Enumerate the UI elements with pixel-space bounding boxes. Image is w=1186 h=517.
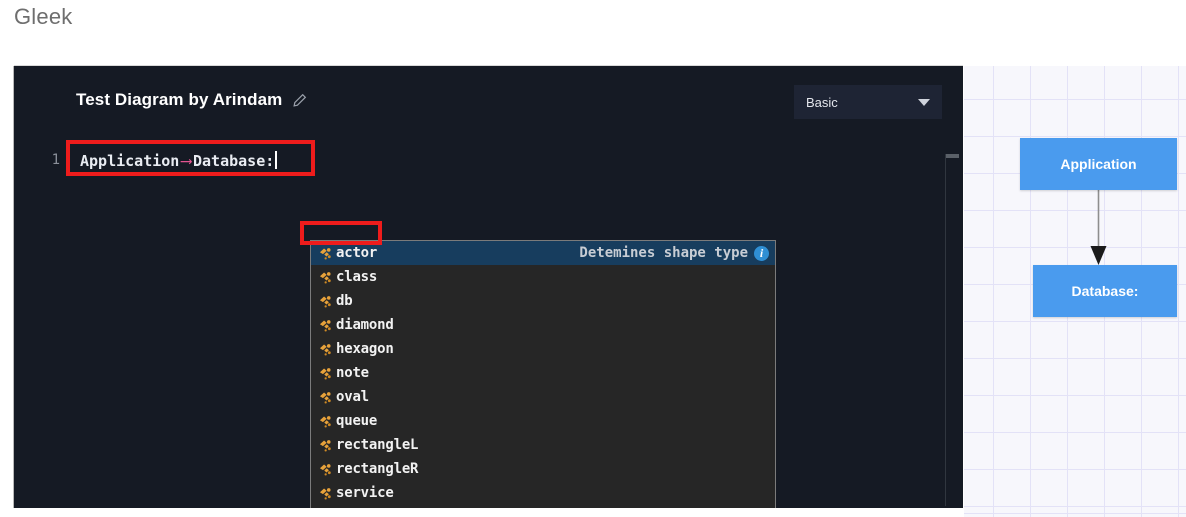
line-number: 1 xyxy=(51,152,60,168)
code-token-arrow: ⟶ xyxy=(181,151,191,170)
autocomplete-item-label: rectangleR xyxy=(336,461,419,477)
autocomplete-item-label: service xyxy=(336,485,394,501)
autocomplete-item-label: diamond xyxy=(336,317,394,333)
autocomplete-item-rectanglel[interactable]: rectangleL xyxy=(311,433,775,457)
pencil-icon[interactable] xyxy=(292,93,307,108)
style-select-value: Basic xyxy=(806,94,838,110)
snippet-icon xyxy=(319,367,331,379)
snippet-icon xyxy=(319,343,331,355)
autocomplete-item-rectangler[interactable]: rectangleR xyxy=(311,457,775,481)
autocomplete-popup[interactable]: actor Detemines shape type i class db diamond… xyxy=(310,240,776,508)
style-select[interactable]: Basic xyxy=(794,85,942,119)
diagram-preview-canvas[interactable]: Application Database: xyxy=(964,66,1186,517)
diagram-title-row: Test Diagram by Arindam xyxy=(76,90,307,110)
autocomplete-item-label: actor xyxy=(336,245,378,261)
text-cursor xyxy=(275,151,278,169)
autocomplete-hint: Detemines shape type i xyxy=(579,245,769,261)
editor-scrollbar[interactable] xyxy=(945,154,959,506)
autocomplete-item-label: rectangleL xyxy=(336,437,419,453)
autocomplete-item-label: queue xyxy=(336,413,378,429)
snippet-icon xyxy=(319,295,331,307)
diagram-title: Test Diagram by Arindam xyxy=(76,90,283,109)
autocomplete-hint-text: Detemines shape type xyxy=(579,245,748,261)
autocomplete-item-actor[interactable]: actor Detemines shape type i xyxy=(311,241,775,265)
chevron-down-icon xyxy=(918,98,930,106)
autocomplete-item-hexagon[interactable]: hexagon xyxy=(311,337,775,361)
autocomplete-item-db[interactable]: db xyxy=(311,289,775,313)
diagram-node-application[interactable]: Application xyxy=(1020,138,1177,190)
snippet-icon xyxy=(319,319,331,331)
snippet-icon xyxy=(319,391,331,403)
snippet-icon xyxy=(319,439,331,451)
autocomplete-item-diamond[interactable]: diamond xyxy=(311,313,775,337)
autocomplete-item-label: oval xyxy=(336,389,369,405)
snippet-icon xyxy=(319,247,331,259)
autocomplete-item-class[interactable]: class xyxy=(311,265,775,289)
edge-arrow-application-to-database xyxy=(1090,186,1107,265)
autocomplete-item-label: db xyxy=(336,293,353,309)
autocomplete-item-service[interactable]: service xyxy=(311,481,775,505)
code-token-source: Application xyxy=(80,152,180,170)
editor-panel: Test Diagram by Arindam Basic 1 Applicat… xyxy=(14,66,963,508)
autocomplete-item-note[interactable]: note xyxy=(311,361,775,385)
autocomplete-item-trapezoid[interactable]: trapezoid xyxy=(311,505,775,508)
autocomplete-item-oval[interactable]: oval xyxy=(311,385,775,409)
code-line[interactable]: Application ⟶ Database: xyxy=(80,148,278,170)
autocomplete-item-label: class xyxy=(336,269,378,285)
diagram-node-database[interactable]: Database: xyxy=(1033,265,1177,317)
snippet-icon xyxy=(319,271,331,283)
page-title: Gleek xyxy=(14,4,73,29)
editor-scrollbar-thumb[interactable] xyxy=(946,154,959,158)
snippet-icon xyxy=(319,487,331,499)
autocomplete-item-label: note xyxy=(336,365,369,381)
info-icon[interactable]: i xyxy=(754,245,769,261)
snippet-icon xyxy=(319,415,331,427)
autocomplete-item-label: hexagon xyxy=(336,341,394,357)
snippet-icon xyxy=(319,463,331,475)
code-token-target: Database: xyxy=(192,152,275,170)
autocomplete-item-queue[interactable]: queue xyxy=(311,409,775,433)
